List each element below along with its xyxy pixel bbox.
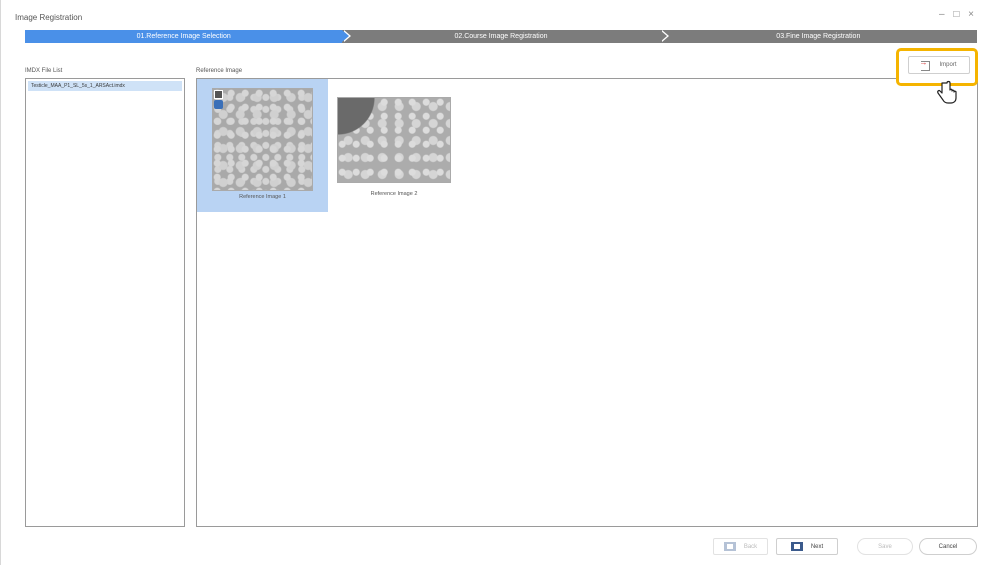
save-button[interactable]: Save: [857, 538, 913, 555]
image-registration-window: Image Registration – □ × 01.Reference Im…: [0, 0, 985, 565]
reference-image-thumbnail: [212, 88, 313, 191]
image-tag-icon: [214, 100, 223, 109]
step-arrow-icon: [342, 30, 350, 42]
step-arrow-icon: [659, 30, 667, 42]
import-button[interactable]: Import: [908, 56, 970, 74]
stepper: 01.Reference Image Selection 02.Course I…: [25, 30, 977, 43]
back-button[interactable]: Back: [713, 538, 768, 555]
reference-image-card-1[interactable]: Reference Image 1: [197, 79, 328, 212]
next-icon: [790, 542, 803, 551]
file-list-item[interactable]: Testicle_MAA_P1_SL_5s_1_ARSAct.imdx: [28, 81, 182, 91]
cancel-button[interactable]: Cancel: [919, 538, 977, 555]
step-course-image-registration[interactable]: 02.Course Image Registration: [342, 30, 669, 43]
reference-image-caption: Reference Image 1: [239, 194, 286, 200]
reference-image-thumbnail: [337, 97, 451, 183]
save-label: Save: [878, 543, 892, 550]
step-label: 03.Fine Image Registration: [776, 33, 861, 40]
reference-image-label: Reference Image: [196, 68, 243, 74]
crosshair-icon: [214, 90, 223, 99]
import-icon: [919, 58, 931, 71]
step-label: 02.Course Image Registration: [454, 33, 548, 40]
reference-image-card-2[interactable]: Reference Image 2: [333, 93, 455, 213]
back-icon: [723, 542, 736, 551]
file-list-panel: Testicle_MAA_P1_SL_5s_1_ARSAct.imdx: [25, 78, 185, 527]
window-title: Image Registration: [15, 13, 83, 22]
step-fine-image-registration[interactable]: 03.Fine Image Registration: [659, 30, 977, 43]
step-reference-image-selection[interactable]: 01.Reference Image Selection: [25, 30, 352, 43]
step-label: 01.Reference Image Selection: [136, 33, 231, 40]
back-label: Back: [743, 543, 758, 550]
hand-cursor-icon: [937, 80, 957, 104]
next-label: Next: [810, 543, 824, 550]
reference-image-panel: Reference Image 1 Reference Image 2: [196, 78, 978, 527]
reference-image-caption: Reference Image 2: [370, 191, 418, 197]
next-button[interactable]: Next: [776, 538, 838, 555]
file-list-label: IMDX File List: [25, 68, 63, 74]
import-label: Import: [939, 62, 957, 68]
window-controls[interactable]: – □ ×: [939, 9, 977, 20]
cancel-label: Cancel: [938, 543, 958, 550]
